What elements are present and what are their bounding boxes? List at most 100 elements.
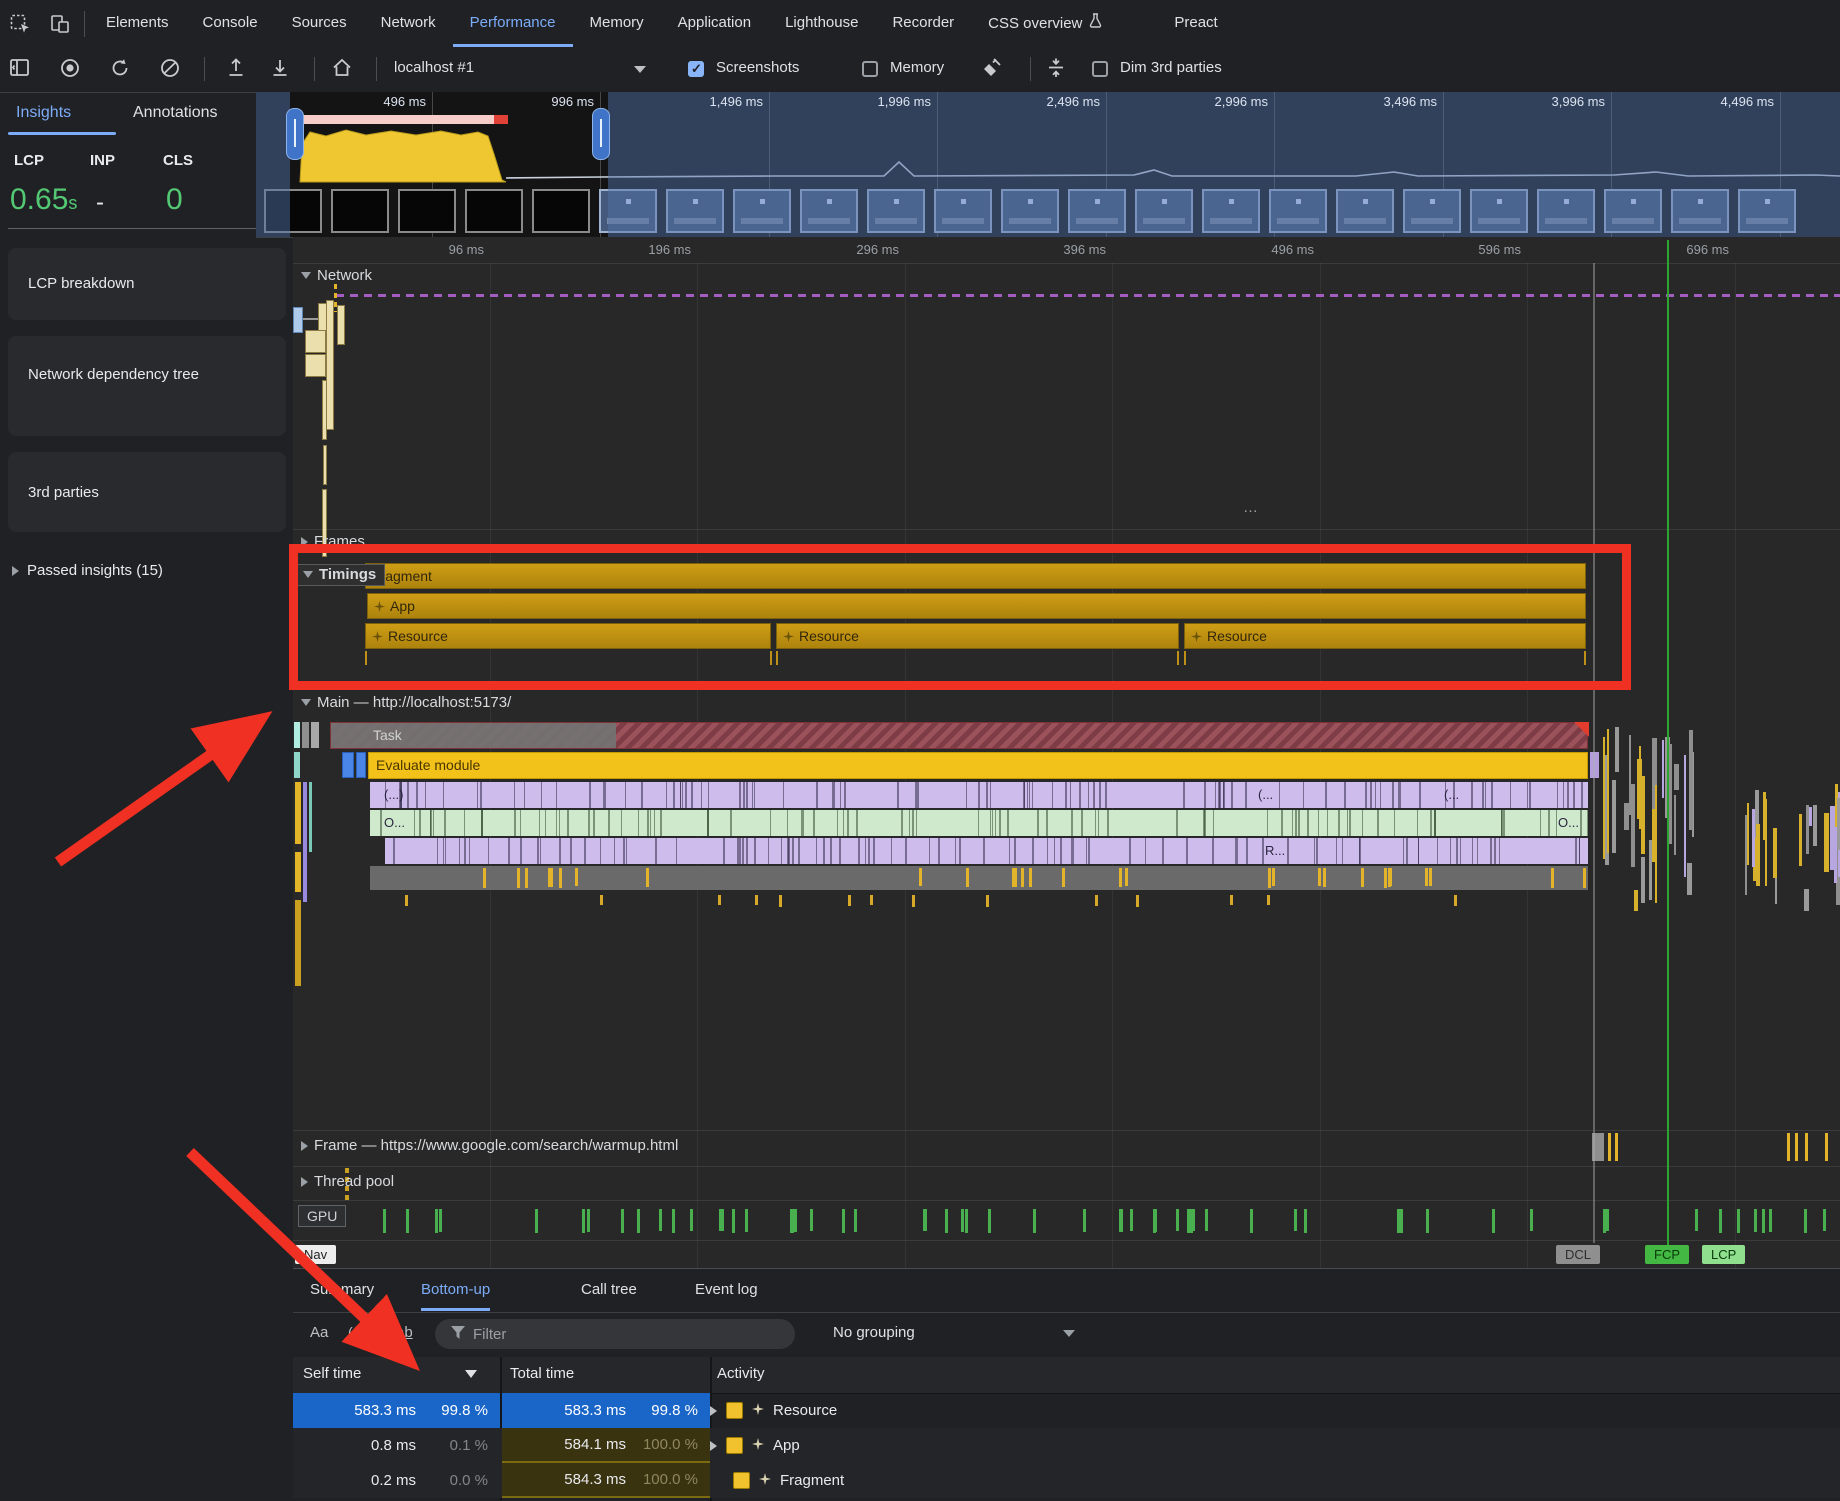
card-network-dependency-tree-title: Network dependency tree <box>28 364 248 386</box>
passed-insights-toggle[interactable]: Passed insights (15) <box>12 562 163 579</box>
network-request-bar[interactable] <box>293 307 303 333</box>
track-network-header[interactable]: Network <box>301 267 372 284</box>
dim-3rd-parties-label[interactable]: Dim 3rd parties <box>1120 59 1222 76</box>
timeline-overview[interactable]: 496 ms 996 ms 1,496 ms 1,996 ms 2,496 ms… <box>256 92 1840 238</box>
timing-bar-resource-3[interactable]: Resource <box>1184 623 1586 649</box>
match-whole-word-button[interactable]: ab <box>396 1324 413 1341</box>
reload-record-icon[interactable] <box>108 56 134 82</box>
marker-nav[interactable]: Nav <box>295 1245 336 1264</box>
overview-window-handle-right[interactable] <box>592 108 610 160</box>
network-request-bar[interactable] <box>305 330 326 353</box>
collapse-sections-icon[interactable] <box>1044 56 1070 82</box>
home-icon[interactable] <box>330 56 356 82</box>
clear-icon[interactable] <box>158 56 184 82</box>
tab-application[interactable]: Application <box>661 0 768 47</box>
card-3rd-parties[interactable]: 3rd parties <box>8 452 286 532</box>
flame-label: (... <box>1444 787 1459 802</box>
card-lcp-breakdown[interactable]: LCP breakdown <box>8 248 286 320</box>
table-row[interactable]: 0.8 ms0.1 % 584.1 ms100.0 % App <box>293 1428 1840 1463</box>
tab-console[interactable]: Console <box>186 0 275 47</box>
network-request-bar[interactable] <box>322 380 327 440</box>
timing-bar-resource-1[interactable]: Resource <box>365 623 771 649</box>
table-row[interactable]: 583.3 ms99.8 % 583.3 ms99.8 % Resource <box>293 1393 1840 1428</box>
ruler-label: 396 ms <box>1004 242 1106 257</box>
marker-fcp[interactable]: FCP <box>1645 1245 1689 1264</box>
history-dropdown[interactable]: localhost #1 <box>394 59 474 76</box>
track-frames-header[interactable]: Frames <box>301 533 365 550</box>
export-profile-icon[interactable] <box>268 56 294 82</box>
flame-row-gc[interactable] <box>370 866 1588 890</box>
task-bar[interactable]: Task <box>330 722 1588 749</box>
track-frame2-header[interactable]: Frame — https://www.google.com/search/wa… <box>301 1137 678 1154</box>
tab-lighthouse[interactable]: Lighthouse <box>768 0 875 47</box>
tab-network[interactable]: Network <box>364 0 453 47</box>
screenshots-label[interactable]: Screenshots <box>716 59 799 76</box>
divider <box>314 57 315 81</box>
track-gpu-label[interactable]: GPU <box>298 1205 346 1227</box>
network-request-bar[interactable] <box>326 300 334 430</box>
track-timings-header[interactable]: Timings <box>296 564 385 586</box>
regex-button[interactable]: (.*) <box>348 1324 367 1340</box>
table-row[interactable]: 0.2 ms0.0 % 584.3 ms100.0 % Fragment <box>293 1463 1840 1498</box>
tab-performance[interactable]: Performance <box>453 0 573 47</box>
flame-row-js[interactable]: (...) (... (... <box>370 782 1588 808</box>
import-profile-icon[interactable] <box>224 56 250 82</box>
tab-summary[interactable]: Summary <box>310 1269 374 1311</box>
tab-css-overview[interactable]: CSS overview <box>971 0 1119 47</box>
overview-window-handle-left[interactable] <box>286 108 304 160</box>
memory-checkbox[interactable] <box>862 61 878 77</box>
tab-event-log[interactable]: Event log <box>695 1269 758 1311</box>
marker-lcp[interactable]: LCP <box>1702 1245 1745 1264</box>
sidebar-tab-insights[interactable]: Insights <box>16 104 71 122</box>
timing-bar-resource-2[interactable]: Resource <box>776 623 1179 649</box>
expand-triangle-icon[interactable] <box>710 1441 717 1451</box>
tab-bottom-up[interactable]: Bottom-up <box>421 1269 490 1311</box>
sparkle-icon <box>372 631 383 642</box>
marker-dcl[interactable]: DCL <box>1556 1245 1600 1264</box>
device-toolbar-icon[interactable] <box>40 0 80 47</box>
timing-bar-fragment[interactable]: Fragment <box>365 563 1586 589</box>
column-self-time[interactable]: Self time <box>303 1365 361 1382</box>
network-request-bar[interactable] <box>337 305 345 345</box>
flame-row-js[interactable]: O... O... <box>370 810 1588 836</box>
sort-descending-icon[interactable] <box>465 1370 477 1378</box>
sparkle-icon <box>752 1402 764 1419</box>
record-icon[interactable] <box>58 56 84 82</box>
history-dropdown-caret-icon[interactable] <box>634 66 646 73</box>
tab-elements[interactable]: Elements <box>89 0 186 47</box>
sparkle-icon <box>783 631 794 642</box>
expand-triangle-icon[interactable] <box>710 1406 717 1416</box>
overview-time-label: 2,996 ms <box>1164 94 1268 109</box>
toggle-sidebar-icon[interactable] <box>8 56 34 82</box>
track-main-header[interactable]: Main — http://localhost:5173/ <box>301 694 511 711</box>
memory-label[interactable]: Memory <box>890 59 944 76</box>
gc-broom-icon[interactable] <box>980 56 1006 82</box>
evaluate-module-bar[interactable]: Evaluate module <box>368 752 1588 779</box>
screenshots-checkbox[interactable] <box>688 61 704 77</box>
column-total-time[interactable]: Total time <box>510 1365 574 1382</box>
track-threadpool-header[interactable]: Thread pool <box>301 1173 394 1190</box>
tab-call-tree[interactable]: Call tree <box>581 1269 637 1311</box>
divider <box>84 11 85 37</box>
tab-sources[interactable]: Sources <box>275 0 364 47</box>
dim-3rd-parties-checkbox[interactable] <box>1092 61 1108 77</box>
activity-label: Resource <box>773 1402 837 1419</box>
flame-row-js[interactable]: R... <box>385 838 1588 864</box>
ruler-label: 196 ms <box>589 242 691 257</box>
column-activity[interactable]: Activity <box>717 1365 765 1382</box>
network-request-bar[interactable] <box>323 445 327 485</box>
network-request-bar[interactable] <box>305 354 326 377</box>
card-network-dependency-tree[interactable]: Network dependency tree <box>8 336 286 436</box>
inspect-element-icon[interactable] <box>0 0 40 47</box>
grouping-dropdown[interactable]: No grouping <box>833 1324 915 1341</box>
tab-preact[interactable]: Preact <box>1157 0 1234 47</box>
funnel-icon <box>451 1326 465 1343</box>
timing-bar-app[interactable]: App <box>367 593 1586 619</box>
match-case-button[interactable]: Aa <box>310 1324 328 1341</box>
sidebar-tab-annotations[interactable]: Annotations <box>133 104 218 122</box>
tab-memory[interactable]: Memory <box>573 0 661 47</box>
filter-input[interactable]: Filter <box>435 1319 795 1349</box>
tab-recorder[interactable]: Recorder <box>875 0 971 47</box>
grouping-caret-icon[interactable] <box>1063 1330 1075 1337</box>
flame-chart[interactable]: 96 ms 196 ms 296 ms 396 ms 496 ms 596 ms… <box>293 237 1840 1268</box>
